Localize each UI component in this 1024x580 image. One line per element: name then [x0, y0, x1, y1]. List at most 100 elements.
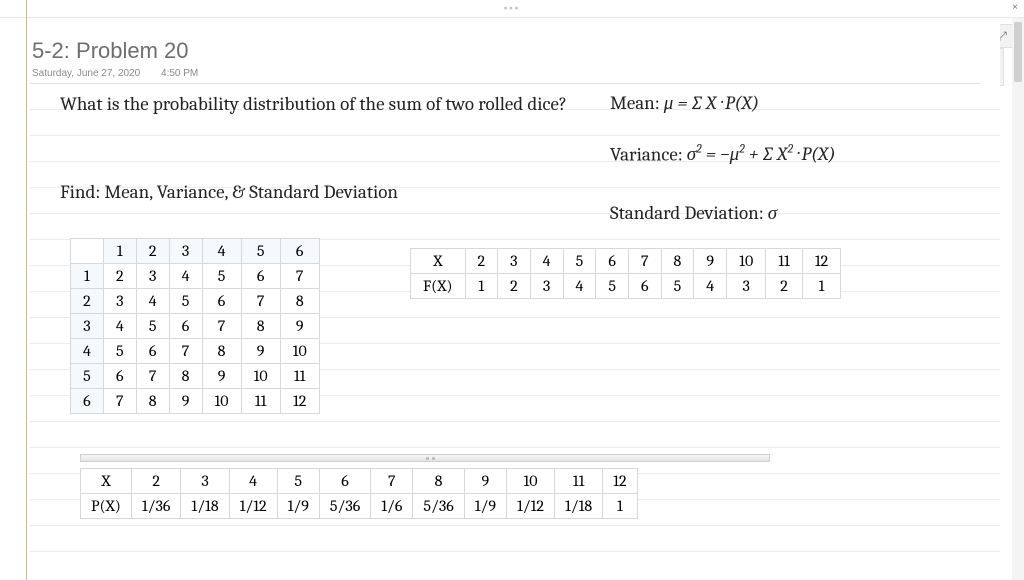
- cell: 4: [563, 274, 596, 299]
- variance-eq: = −μ: [702, 143, 740, 165]
- cell: 6: [71, 389, 104, 414]
- note-content: What is the probability distribution of …: [30, 84, 1000, 94]
- cell: 8: [241, 314, 280, 339]
- cell: 5: [202, 264, 241, 289]
- table-row: 3456789: [71, 314, 320, 339]
- cell: 3: [181, 469, 229, 494]
- cell: 9: [694, 249, 727, 274]
- table-row: 45678910: [71, 339, 320, 364]
- cell: 2: [465, 249, 498, 274]
- cell: 6: [103, 364, 136, 389]
- cell: 9: [202, 364, 241, 389]
- drag-dots: •••: [504, 3, 521, 14]
- page-left-margin: [26, 0, 27, 580]
- note-page: 5-2: Problem 20 Saturday, June 27, 2020 …: [30, 24, 1000, 564]
- cell: 3: [103, 289, 136, 314]
- cell: 4: [694, 274, 727, 299]
- cell: 4: [530, 249, 563, 274]
- cell: 5: [103, 339, 136, 364]
- cell: 1: [802, 274, 840, 299]
- table-row: 567891011: [71, 364, 320, 389]
- table-row: 1234567: [71, 264, 320, 289]
- cell: 2: [766, 274, 803, 299]
- cell: 2: [103, 264, 136, 289]
- cell: 3: [71, 314, 104, 339]
- cell: 7: [241, 289, 280, 314]
- cell: 1/9: [464, 494, 506, 519]
- table-row: F(X) 12345654321: [411, 274, 841, 299]
- cell: 9: [464, 469, 506, 494]
- scrollbar[interactable]: [1012, 18, 1024, 580]
- cell: 4: [169, 264, 202, 289]
- close-icon[interactable]: ×: [1012, 2, 1018, 13]
- cell: 7: [280, 264, 319, 289]
- cell: [71, 239, 104, 264]
- scrollbar-thumb[interactable]: [1014, 22, 1022, 82]
- cell: 10: [241, 364, 280, 389]
- cell: 6: [241, 264, 280, 289]
- cell: X: [411, 249, 466, 274]
- cell: 5: [71, 364, 104, 389]
- cell: 6: [280, 239, 319, 264]
- cell: 9: [241, 339, 280, 364]
- cell: 6: [202, 289, 241, 314]
- title-bar: ••• ×: [0, 0, 1024, 18]
- table-handle[interactable]: [80, 454, 770, 462]
- cell: 12: [603, 469, 637, 494]
- cell: 10: [727, 249, 766, 274]
- cell: 1/36: [131, 494, 181, 519]
- cell: 11: [241, 389, 280, 414]
- variance-label: Variance:: [610, 143, 683, 165]
- cell: 5: [136, 314, 169, 339]
- cell: 6: [596, 249, 629, 274]
- mean-formula: Mean: μ = ∑ X · P(X): [610, 92, 759, 115]
- cell: 11: [766, 249, 803, 274]
- variance-lhs: σ: [687, 143, 696, 165]
- cell: 2: [131, 469, 181, 494]
- table-row: 6789101112: [71, 389, 320, 414]
- cell: 4: [202, 239, 241, 264]
- probability-table: X 23456789101112 P(X) 1/361/181/121/95/3…: [80, 468, 638, 519]
- find-text: Find: Mean, Variance, & Standard Deviati…: [60, 180, 570, 206]
- cell: 2: [498, 274, 531, 299]
- cell: 4: [136, 289, 169, 314]
- sd-label: Standard Deviation:: [610, 202, 764, 224]
- cell: 8: [136, 389, 169, 414]
- cell: 8: [280, 289, 319, 314]
- variance-formula: Variance: σ2 = −μ2 + ∑ X2 · P(X): [610, 142, 836, 166]
- cell: 5/36: [413, 494, 464, 519]
- cell: 10: [202, 389, 241, 414]
- table-row: 1 2 3 4 5 6: [71, 239, 320, 264]
- table-row: X 23456789101112: [411, 249, 841, 274]
- cell: 7: [103, 389, 136, 414]
- table-row: X 23456789101112: [81, 469, 638, 494]
- sd-symbol: σ: [768, 202, 777, 224]
- cell: 7: [136, 364, 169, 389]
- cell: 5: [277, 469, 319, 494]
- cell: 9: [169, 389, 202, 414]
- cell: 10: [507, 469, 555, 494]
- question-text: What is the probability distribution of …: [60, 92, 570, 118]
- cell: 1/12: [507, 494, 555, 519]
- cell: 1/9: [277, 494, 319, 519]
- cell: X: [81, 469, 132, 494]
- page-date: Saturday, June 27, 2020: [32, 68, 140, 79]
- cell: 6: [136, 339, 169, 364]
- cell: 3: [530, 274, 563, 299]
- mean-expr: μ = ∑ X · P(X): [664, 92, 759, 114]
- cell: 2: [71, 289, 104, 314]
- cell: 1/18: [181, 494, 229, 519]
- cell: 11: [554, 469, 602, 494]
- cell: 1: [603, 494, 637, 519]
- cell: F(X): [411, 274, 466, 299]
- cell: 6: [629, 274, 662, 299]
- cell: 5/36: [319, 494, 370, 519]
- variance-rhs: + ∑ X: [745, 143, 788, 165]
- cell: 6: [169, 314, 202, 339]
- cell: 12: [280, 389, 319, 414]
- cell: 8: [202, 339, 241, 364]
- cell: 8: [413, 469, 464, 494]
- cell: 7: [371, 469, 413, 494]
- cell: 6: [319, 469, 370, 494]
- cell: 8: [661, 249, 694, 274]
